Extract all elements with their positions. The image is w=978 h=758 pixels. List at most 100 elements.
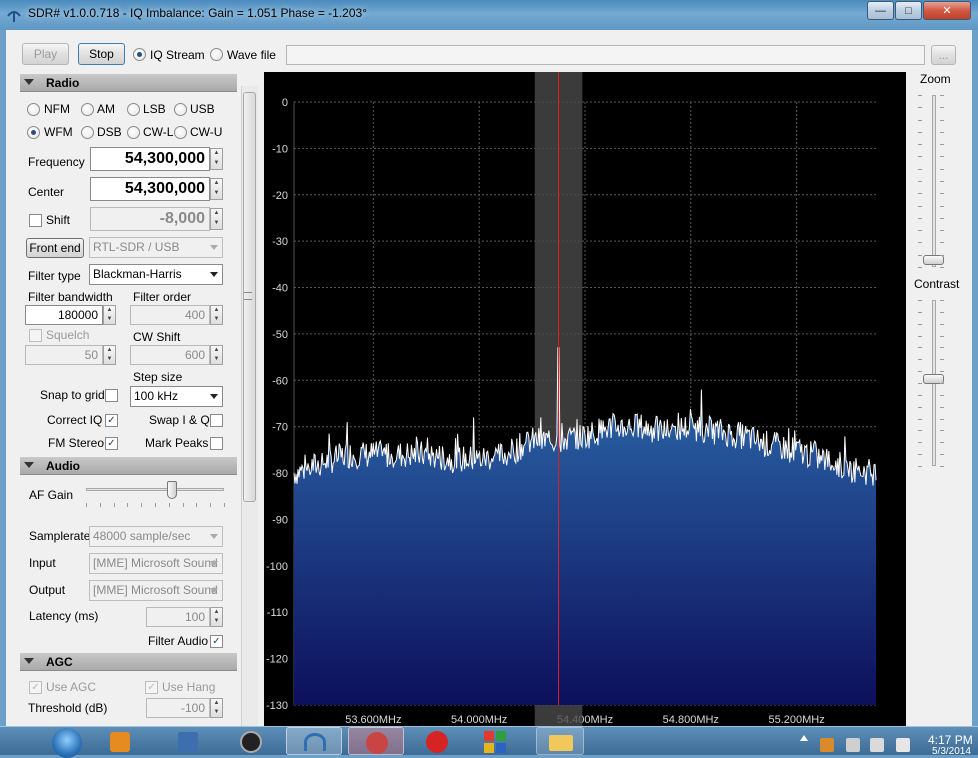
title-bar[interactable]: SDR# v1.0.0.718 - IQ Imbalance: Gain = 1… [0,0,978,30]
slider-tick [940,95,944,96]
mode-cwl-radio[interactable] [127,126,140,139]
slider-tick [918,217,922,219]
tray-app-icon[interactable] [820,738,834,752]
slider-tick [918,119,922,121]
shift-input[interactable]: -8,000 [90,207,210,231]
slider-tick [940,371,944,373]
slider-tick [224,503,225,507]
latency-input[interactable]: 100 [146,607,210,627]
zoom-slider-thumb[interactable] [923,255,944,265]
output-device-select[interactable]: [MME] Microsoft Sound [89,580,223,601]
stop-button[interactable]: Stop [78,43,125,65]
filter-order-spinner[interactable]: ▲ ▼ [210,305,223,325]
correct-iq-checkbox[interactable]: ✓ [105,414,118,427]
mode-lsb-radio[interactable] [127,103,140,116]
af-gain-track[interactable] [86,488,224,491]
taskbar-sdr-sharp[interactable] [286,727,342,755]
front-end-select[interactable]: RTL-SDR / USB [89,237,223,258]
chevron-down-icon [210,245,218,250]
close-button[interactable]: ✕ [923,1,971,20]
filter-bandwidth-input[interactable]: 180000 [25,305,103,325]
taskbar-record-app[interactable] [414,727,462,755]
filter-order-input[interactable]: 400 [130,305,210,325]
agc-section-header[interactable]: AGC [20,653,237,671]
fm-stereo-checkbox[interactable]: ✓ [105,437,118,450]
taskbar-active-app[interactable] [348,727,404,755]
network-icon[interactable] [870,738,884,752]
spin-down-icon: ▼ [213,316,220,322]
mode-dsb-radio[interactable] [81,126,94,139]
taskbar-media-player[interactable] [96,727,144,755]
play-button[interactable]: Play [22,43,69,65]
center-spinner[interactable]: ▲ ▼ [210,178,223,200]
use-hang-checkbox[interactable]: ✓ [145,681,158,694]
af-gain-slider-thumb[interactable] [166,481,177,499]
samplerate-select[interactable]: 48000 sample/sec [89,526,223,547]
frequency-input[interactable]: 54,300,000 [90,147,210,171]
threshold-input[interactable]: -100 [146,698,210,718]
shift-spinner[interactable]: ▲ ▼ [210,208,223,230]
snap-to-grid-checkbox[interactable] [105,389,118,402]
cw-shift-spinner[interactable]: ▲ ▼ [210,345,223,365]
maximize-button[interactable]: □ [895,1,922,20]
spectrum-analyzer[interactable]: 0 -10 -20 -30 -40 -50 -60 -70 -80 -90 -100 -110 -120… [264,72,906,726]
minimize-button[interactable]: — [867,1,894,20]
mode-am-label: AM [97,102,115,116]
mode-wfm-radio[interactable] [27,126,40,139]
radio-section-header[interactable]: Radio [20,74,237,92]
splitter-grip-icon[interactable] [244,292,252,300]
threshold-spinner[interactable]: ▲ ▼ [210,698,223,718]
cw-shift-input[interactable]: 600 [130,345,210,365]
slider-tick [141,503,143,507]
y-tick-label: -110 [267,607,288,619]
mode-nfm-radio[interactable] [27,103,40,116]
step-size-select[interactable]: 100 kHz [130,386,223,407]
use-agc-label: Use AGC [46,680,97,694]
iq-stream-radio[interactable] [133,48,146,61]
action-center-icon[interactable] [846,738,860,752]
clock-date[interactable]: 5/3/2014 [932,747,971,755]
squelch-checkbox[interactable] [29,329,42,342]
use-agc-checkbox[interactable]: ✓ [29,681,42,694]
frequency-spinner[interactable]: ▲ ▼ [210,148,223,170]
zoom-slider-track[interactable] [932,95,936,267]
squelch-spinner[interactable]: ▲ ▼ [103,345,116,365]
file-path-field[interactable] [286,45,925,65]
y-tick-label: -90 [272,514,288,526]
squelch-input[interactable]: 50 [25,345,103,365]
step-size-value: 100 kHz [134,389,179,403]
browse-button[interactable]: ... [931,45,956,65]
taskbar-explorer[interactable] [536,727,584,755]
clock-time[interactable]: 4:17 PM [928,733,973,747]
volume-icon[interactable] [896,738,910,752]
slider-tick [940,193,944,195]
audio-section-header[interactable]: Audio [20,457,237,475]
filter-type-select[interactable]: Blackman-Harris [89,264,223,285]
slider-tick [918,131,922,133]
colors-app-icon-part [496,743,506,753]
swap-iq-checkbox[interactable] [210,414,223,427]
shift-checkbox[interactable] [29,214,42,227]
taskbar-app[interactable] [164,727,212,755]
mode-am-radio[interactable] [81,103,94,116]
front-end-button[interactable]: Front end [26,238,84,258]
taskbar-radio-app[interactable] [226,727,274,755]
slider-tick [918,371,922,373]
taskbar-colors-app[interactable] [474,727,522,755]
start-button[interactable] [48,727,86,758]
mode-cwu-radio[interactable] [174,126,187,139]
mark-peaks-checkbox[interactable] [210,437,223,450]
input-label: Input [29,556,56,570]
spin-up-icon: ▲ [106,307,113,313]
wave-file-radio[interactable] [210,48,223,61]
latency-spinner[interactable]: ▲ ▼ [210,607,223,627]
center-input[interactable]: 54,300,000 [90,177,210,201]
filter-audio-checkbox[interactable]: ✓ [210,635,223,648]
play-label: Play [33,47,58,61]
filter-bandwidth-spinner[interactable]: ▲ ▼ [103,305,116,325]
input-device-select[interactable]: [MME] Microsoft Sound [89,553,223,574]
slider-tick [940,205,944,207]
spin-up-icon: ▲ [213,210,220,216]
tray-expand-icon[interactable] [800,735,808,743]
mode-usb-radio[interactable] [174,103,187,116]
